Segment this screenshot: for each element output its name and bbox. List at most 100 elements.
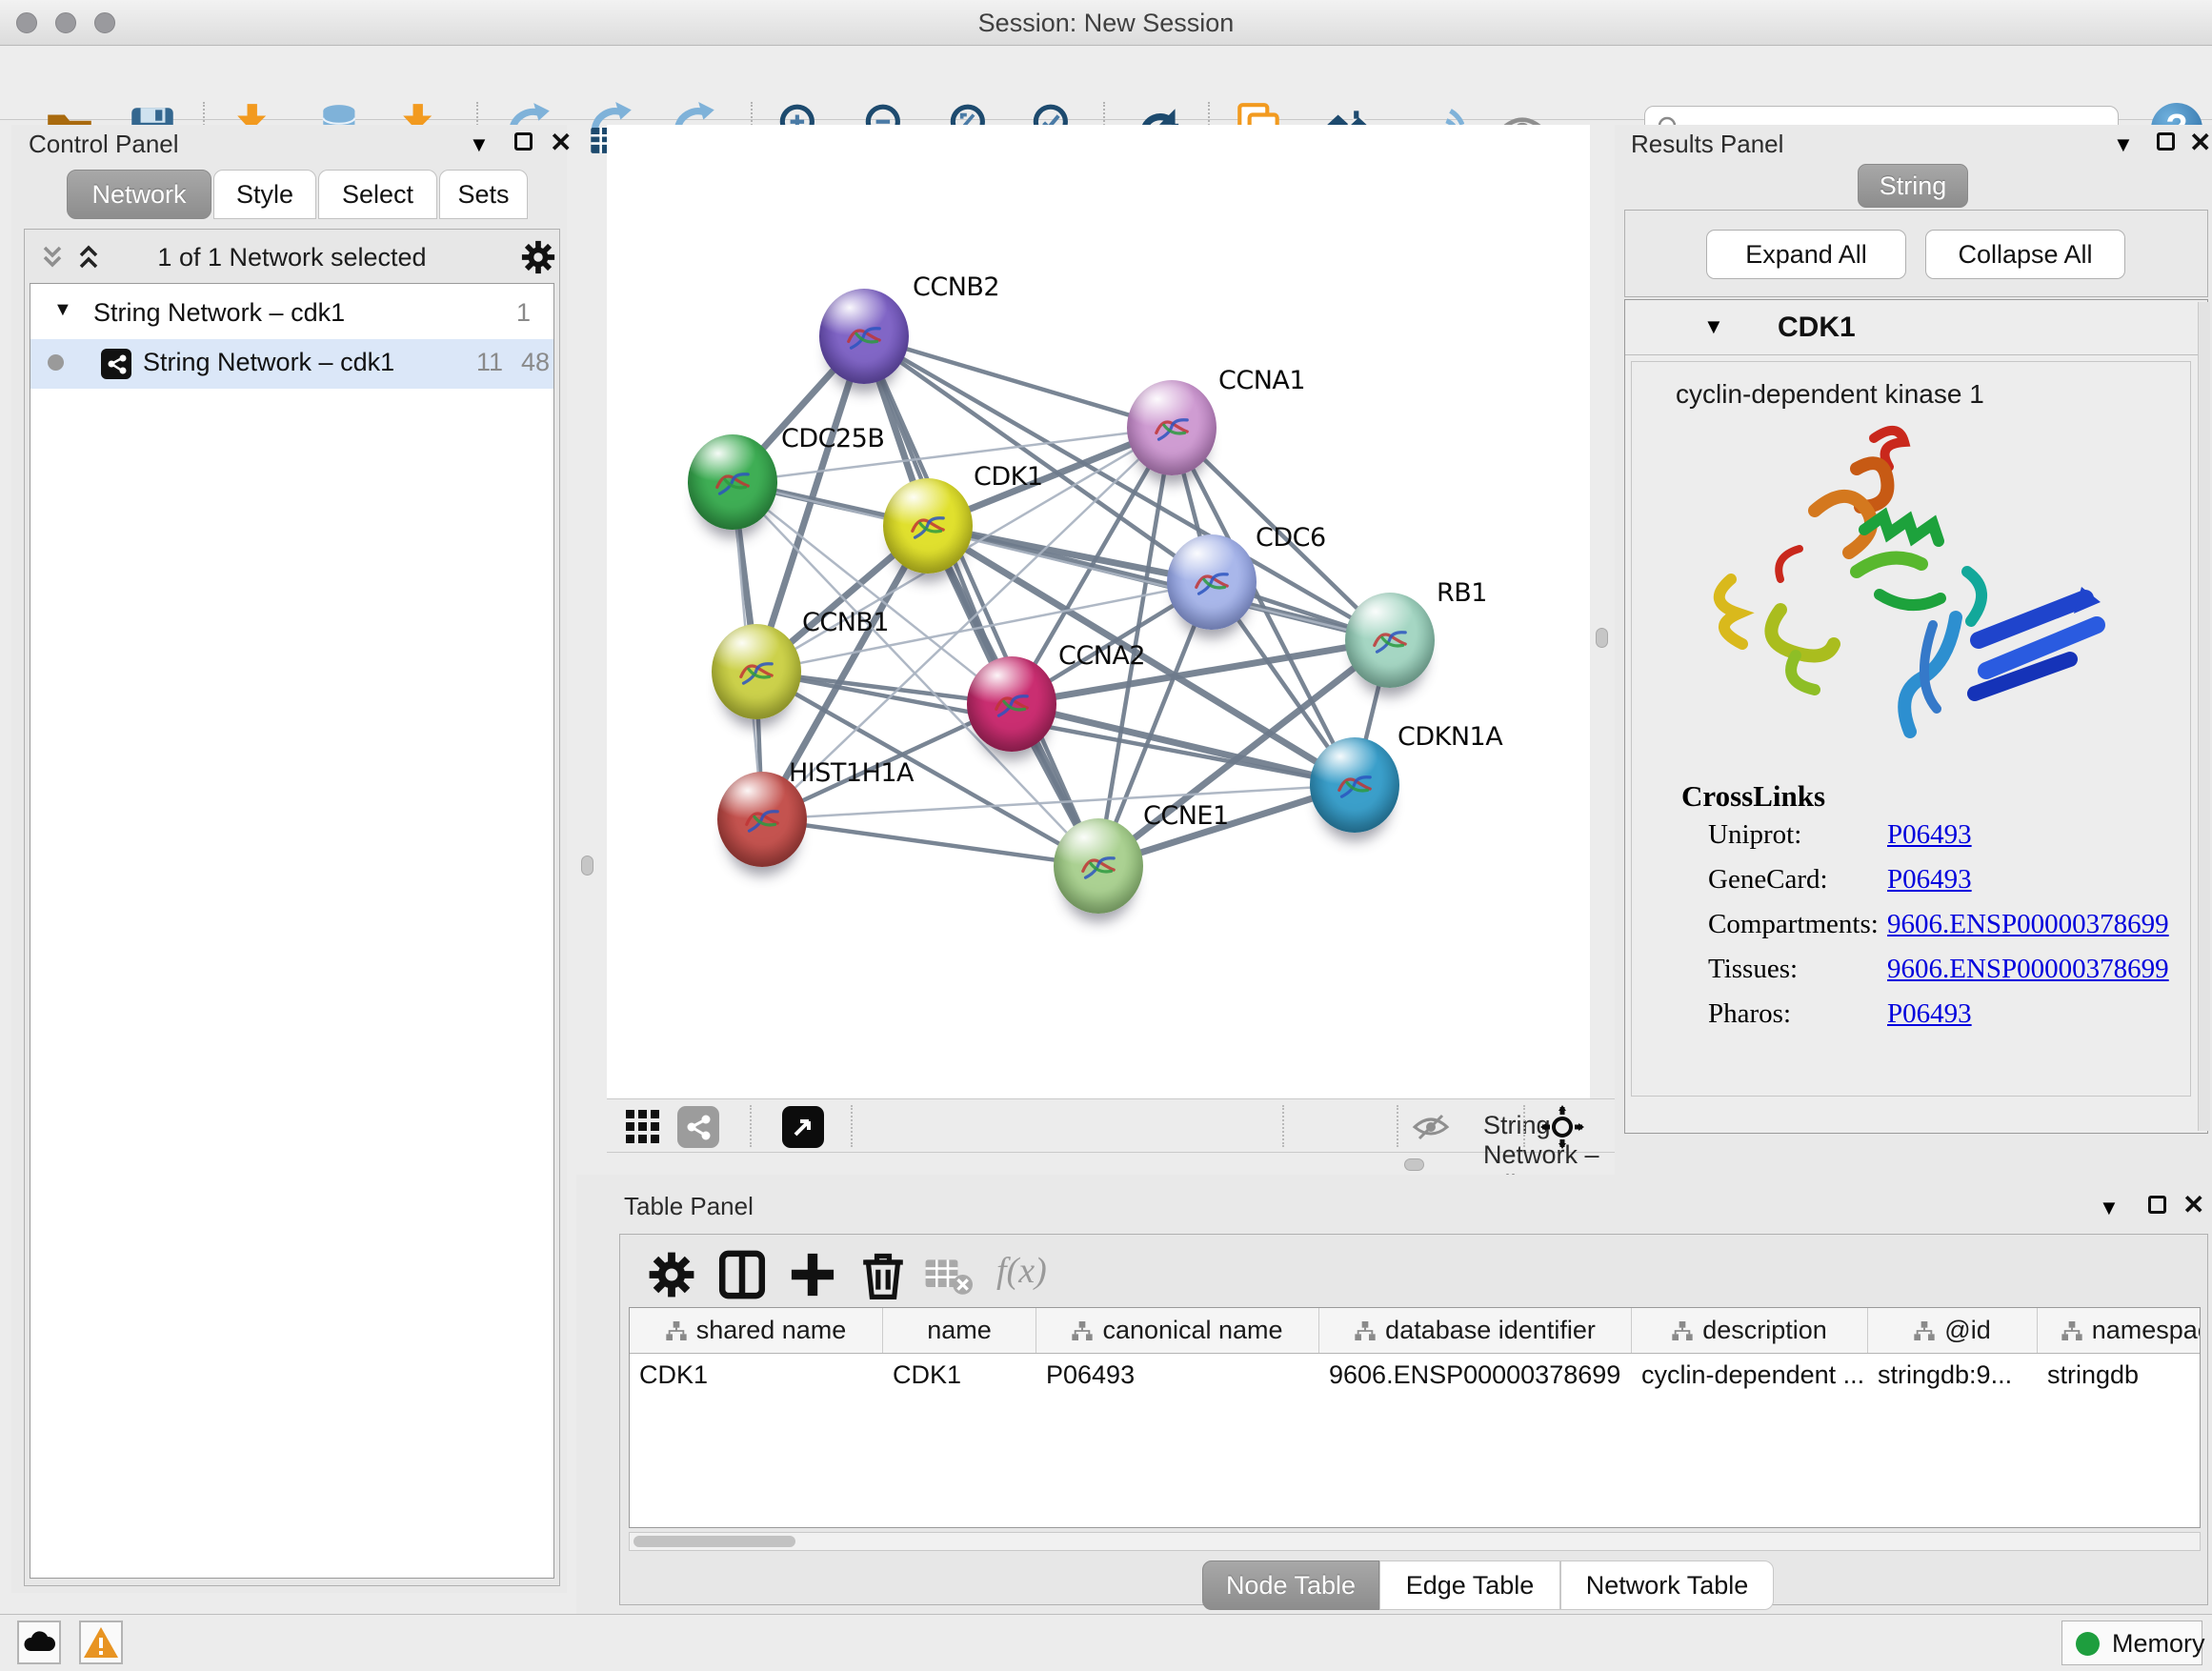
network-view-mode-icon[interactable] (677, 1106, 719, 1148)
column-scope-icon (1672, 1321, 1693, 1340)
crosslink-link[interactable]: 9606.ENSP00000378699 (1887, 909, 2169, 940)
table-panel-close-icon[interactable]: ✕ (2182, 1189, 2204, 1220)
table-panel-float-icon[interactable] (2148, 1196, 2166, 1214)
protein-ribbon-thumb-icon (1364, 614, 1416, 666)
warning-status-button[interactable] (79, 1621, 123, 1664)
delete-table-icon[interactable] (923, 1250, 973, 1299)
node-label-CCNB1: CCNB1 (802, 608, 889, 637)
expand-all-button[interactable]: Expand All (1706, 230, 1906, 279)
horizontal-splitter-handle[interactable] (1404, 1158, 1424, 1171)
network-node-RB1[interactable] (1345, 593, 1435, 688)
column-header--id[interactable]: @id (1868, 1308, 2038, 1353)
tree-expander-icon[interactable]: ▼ (53, 299, 72, 321)
separator (1397, 1105, 1398, 1147)
protein-ribbon-thumb-icon (736, 794, 788, 845)
column-header-namespace[interactable]: namespace (2038, 1308, 2201, 1353)
crosslink-link[interactable]: P06493 (1887, 998, 1972, 1030)
window-title: Session: New Session (0, 9, 2212, 38)
crosslink-link[interactable]: 9606.ENSP00000378699 (1887, 954, 2169, 985)
network-node-CDK1[interactable] (883, 478, 973, 574)
network-selection-status: 1 of 1 Network selected (25, 243, 559, 272)
node-entry-header[interactable]: ▼ CDK1 (1625, 300, 2207, 355)
table-header-row: shared namenamecanonical namedatabase id… (630, 1308, 2200, 1354)
gear-icon[interactable] (520, 239, 556, 275)
add-column-icon[interactable] (788, 1250, 837, 1299)
network-node-CCNA1[interactable] (1127, 380, 1217, 475)
node-label-CDC6: CDC6 (1256, 523, 1326, 553)
tab-edge-table[interactable]: Edge Table (1379, 1560, 1560, 1610)
control-panel-collapse-icon[interactable]: ▼ (469, 132, 490, 157)
table-panel-title: Table Panel (624, 1192, 754, 1221)
status-bar: Memory (0, 1614, 2212, 1671)
results-panel-float-icon[interactable] (2157, 132, 2175, 151)
network-node-CCNA2[interactable] (967, 656, 1056, 752)
tab-network[interactable]: Network (67, 170, 211, 219)
crosslinks-title: CrossLinks (1681, 779, 1825, 814)
column-header-label: namespace (2092, 1316, 2201, 1345)
column-scope-icon (1072, 1321, 1093, 1340)
crosslink-label: Tissues: (1708, 954, 1798, 984)
network-node-CDKN1A[interactable] (1310, 737, 1399, 833)
tab-string[interactable]: String (1858, 164, 1968, 208)
cloud-icon (19, 1622, 59, 1662)
birds-eye-view-icon[interactable] (782, 1106, 824, 1148)
delete-column-icon[interactable] (858, 1250, 908, 1299)
table-row[interactable]: CDK1CDK1P064939606.ENSP00000378699cyclin… (630, 1354, 2200, 1399)
show-columns-icon[interactable] (717, 1250, 767, 1299)
scrollbar-thumb[interactable] (633, 1536, 795, 1547)
function-builder-icon[interactable]: f(x) (996, 1250, 1047, 1292)
edge-HIST1H1A-CCNE1[interactable] (762, 819, 1098, 866)
main-toolbar: ? (0, 47, 2212, 120)
results-panel-collapse-icon[interactable]: ▼ (2113, 132, 2134, 157)
memory-button[interactable]: Memory (2061, 1621, 2202, 1665)
table-horizontal-scrollbar[interactable] (629, 1532, 2201, 1551)
network-node-CCNB2[interactable] (819, 289, 909, 384)
tab-style[interactable]: Style (213, 170, 316, 219)
collapse-all-button[interactable]: Collapse All (1925, 230, 2125, 279)
edge-CCNA2-CDKN1A[interactable] (1012, 704, 1355, 785)
edge-CCNA1-CCNB2[interactable] (864, 336, 1172, 428)
column-header-description[interactable]: description (1632, 1308, 1868, 1353)
column-scope-icon (666, 1321, 687, 1340)
right-splitter-handle[interactable] (1596, 628, 1608, 648)
tab-select[interactable]: Select (318, 170, 437, 219)
fit-selected-crosshair-icon[interactable] (1540, 1105, 1584, 1149)
network-collection-label: String Network – cdk1 (93, 298, 345, 328)
results-panel-close-icon[interactable]: ✕ (2189, 127, 2211, 158)
column-header-name[interactable]: name (883, 1308, 1036, 1353)
tab-network-table[interactable]: Network Table (1560, 1560, 1774, 1610)
tab-sets[interactable]: Sets (439, 170, 528, 219)
table-panel-collapse-icon[interactable]: ▼ (2099, 1196, 2120, 1220)
node-label-RB1: RB1 (1437, 578, 1487, 608)
left-splitter-handle[interactable] (581, 856, 593, 876)
network-canvas[interactable]: CCNB2CCNA1CDC25BCDK1CDC6RB1CCNB1CCNA2CDK… (607, 125, 1590, 1098)
network-node-CCNE1[interactable] (1054, 818, 1143, 914)
column-scope-icon (2061, 1321, 2082, 1340)
network-node-CDC25B[interactable] (688, 434, 777, 530)
table-cell: stringdb:9... (1868, 1354, 2038, 1399)
table-settings-gear-icon[interactable] (647, 1250, 696, 1299)
network-node-CDC6[interactable] (1167, 534, 1257, 630)
control-panel-float-icon[interactable] (514, 132, 533, 151)
entry-description: cyclin-dependent kinase 1 (1676, 379, 1984, 410)
column-header-shared-name[interactable]: shared name (630, 1308, 883, 1353)
crosslink-link[interactable]: P06493 (1887, 819, 1972, 851)
crosslink-row: GeneCard:P06493 (1708, 864, 2165, 909)
column-header-database-identifier[interactable]: database identifier (1319, 1308, 1632, 1353)
entry-expander-icon[interactable]: ▼ (1703, 314, 1724, 339)
protein-ribbon-thumb-icon (1186, 556, 1237, 608)
grid-view-icon[interactable] (624, 1108, 662, 1146)
hidden-items-eye-icon[interactable] (1412, 1112, 1450, 1142)
network-node-CCNB1[interactable] (712, 624, 801, 719)
results-scrollbar-track[interactable] (2198, 302, 2210, 1131)
network-collection-row[interactable]: ▼ String Network – cdk1 1 (30, 290, 553, 339)
column-scope-icon (1914, 1321, 1935, 1340)
network-row-selected[interactable]: String Network – cdk1 11 48 (30, 339, 553, 389)
cloud-status-button[interactable] (17, 1621, 61, 1664)
protein-structure-image (1689, 412, 2146, 772)
results-panel-title: Results Panel (1631, 130, 1783, 159)
crosslink-link[interactable]: P06493 (1887, 864, 1972, 896)
column-header-canonical-name[interactable]: canonical name (1036, 1308, 1319, 1353)
tab-node-table[interactable]: Node Table (1202, 1560, 1379, 1610)
control-panel-close-icon[interactable]: ✕ (550, 127, 572, 158)
